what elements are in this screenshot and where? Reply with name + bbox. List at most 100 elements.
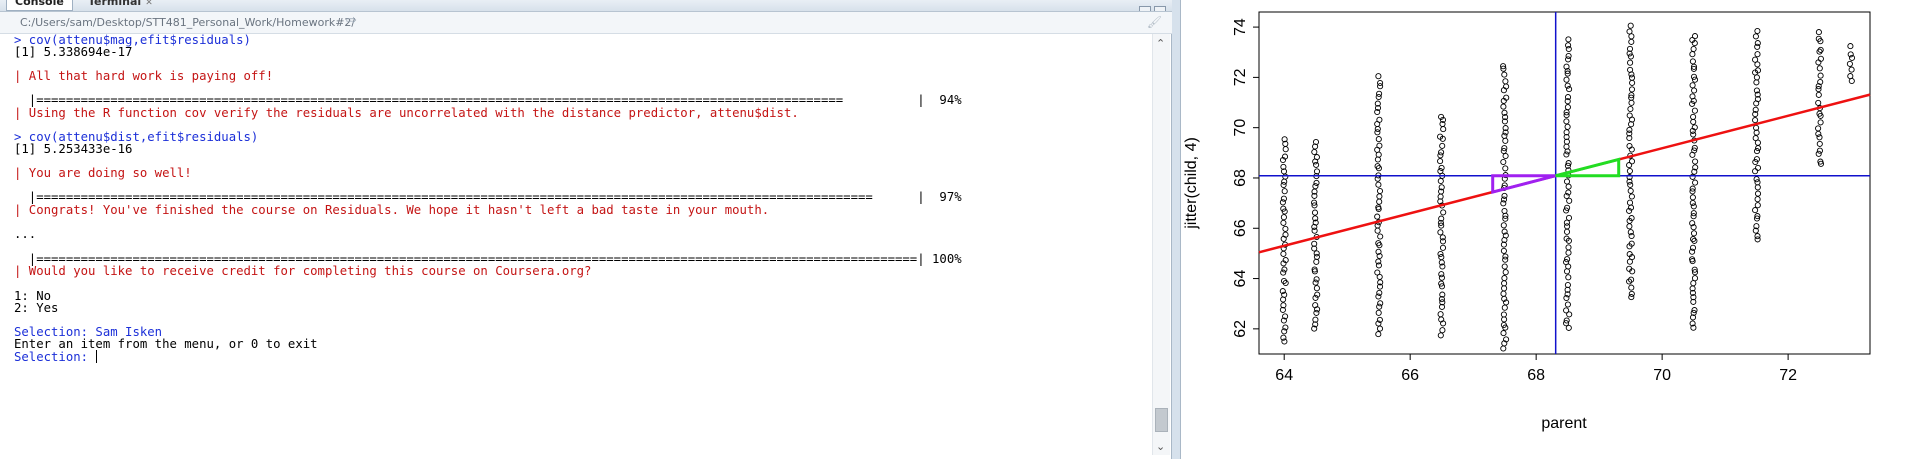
data-point bbox=[1626, 167, 1633, 175]
data-point bbox=[1502, 78, 1509, 85]
data-point bbox=[1374, 227, 1381, 234]
data-point bbox=[1313, 285, 1320, 292]
data-point bbox=[1754, 196, 1761, 203]
y-tick-label: 72 bbox=[1232, 68, 1249, 86]
console-line: [1] 5.253433e-16 bbox=[14, 142, 133, 156]
data-point bbox=[1690, 280, 1697, 287]
scrollbar-thumb[interactable] bbox=[1155, 408, 1168, 432]
data-point bbox=[1815, 150, 1822, 157]
data-point bbox=[1816, 134, 1823, 141]
data-point bbox=[1501, 316, 1508, 323]
data-point bbox=[1374, 269, 1381, 276]
tab-strip: Console Terminal ✕ bbox=[0, 0, 1172, 12]
data-point bbox=[1565, 249, 1572, 256]
data-point bbox=[1816, 65, 1823, 72]
data-point bbox=[1280, 250, 1287, 257]
data-point bbox=[1690, 230, 1698, 237]
data-point bbox=[1437, 332, 1444, 339]
data-point bbox=[1500, 103, 1507, 110]
data-point bbox=[1374, 213, 1381, 220]
data-point bbox=[1437, 177, 1444, 185]
x-tick-label: 64 bbox=[1275, 367, 1293, 384]
console-prompt[interactable]: Selection: bbox=[14, 350, 98, 365]
data-point bbox=[1565, 244, 1572, 251]
data-point bbox=[1439, 234, 1446, 241]
data-point bbox=[1815, 130, 1822, 137]
data-point bbox=[1375, 136, 1382, 143]
data-point bbox=[1692, 158, 1699, 165]
clear-console-icon[interactable]: 🖌 bbox=[1147, 15, 1162, 29]
data-point bbox=[1563, 76, 1570, 83]
text-cursor bbox=[96, 350, 98, 363]
console-scrollbar[interactable]: ⌃ ⌄ bbox=[1152, 34, 1170, 455]
data-point bbox=[1754, 184, 1761, 191]
data-point bbox=[1377, 300, 1384, 307]
console-line: | All that hard work is paying off! bbox=[14, 69, 274, 83]
data-point bbox=[1281, 266, 1288, 273]
scroll-down-icon[interactable]: ⌄ bbox=[1156, 440, 1165, 453]
prompt-text: Selection: bbox=[14, 350, 96, 364]
data-point bbox=[1565, 42, 1572, 49]
data-point bbox=[1500, 247, 1507, 254]
data-point bbox=[1753, 148, 1761, 155]
console-line: | Using the R function cov verify the re… bbox=[14, 106, 799, 120]
data-point bbox=[1437, 229, 1444, 236]
data-point bbox=[1282, 146, 1289, 153]
data-point bbox=[1815, 59, 1822, 66]
data-point bbox=[1375, 309, 1382, 316]
y-tick-label: 66 bbox=[1232, 219, 1249, 237]
data-point bbox=[1628, 99, 1635, 106]
console-line: [1] 5.338694e-17 bbox=[14, 45, 133, 59]
data-point bbox=[1375, 73, 1382, 80]
go-to-directory-icon[interactable]: ⇨ bbox=[346, 13, 357, 28]
data-point bbox=[1564, 123, 1571, 130]
data-point bbox=[1280, 195, 1287, 202]
data-point bbox=[1281, 178, 1288, 185]
data-point bbox=[1628, 38, 1635, 45]
data-point bbox=[1376, 325, 1384, 332]
data-point bbox=[1501, 285, 1508, 292]
data-point bbox=[1689, 58, 1696, 65]
data-point bbox=[1311, 148, 1318, 156]
data-point bbox=[1376, 116, 1383, 123]
data-point bbox=[1564, 104, 1571, 111]
data-point bbox=[1313, 250, 1320, 257]
console-output[interactable]: > cov(attenu$mag,efit$residuals) [1] 5.3… bbox=[0, 33, 1150, 459]
scroll-up-icon[interactable]: ⌃ bbox=[1156, 37, 1165, 50]
data-point bbox=[1565, 183, 1572, 190]
data-point bbox=[1502, 152, 1509, 160]
data-point bbox=[1437, 168, 1444, 175]
close-icon[interactable]: ✕ bbox=[145, 0, 153, 8]
data-point bbox=[1375, 151, 1382, 158]
tab-terminal[interactable]: Terminal ✕ bbox=[80, 0, 161, 10]
data-point bbox=[1376, 198, 1383, 205]
data-point bbox=[1690, 113, 1697, 120]
x-tick-label: 66 bbox=[1401, 367, 1419, 384]
data-point bbox=[1626, 199, 1634, 206]
path-bar: C:/Users/sam/Desktop/STT481_Personal_Wor… bbox=[0, 12, 1172, 34]
data-point bbox=[1690, 203, 1697, 210]
y-tick-label: 70 bbox=[1232, 119, 1249, 137]
data-point bbox=[1280, 219, 1287, 226]
data-point bbox=[1815, 99, 1822, 106]
data-point bbox=[1500, 290, 1507, 297]
data-point bbox=[1847, 43, 1854, 50]
data-point bbox=[1691, 33, 1699, 40]
y-axis-label: jitter(child, 4) bbox=[1183, 137, 1200, 230]
data-point bbox=[1376, 142, 1383, 149]
data-point bbox=[1375, 331, 1382, 338]
data-point bbox=[1566, 197, 1573, 204]
data-point bbox=[1564, 301, 1571, 308]
data-point bbox=[1280, 269, 1287, 276]
data-point bbox=[1313, 276, 1320, 283]
data-point bbox=[1689, 194, 1696, 201]
data-point bbox=[1628, 158, 1636, 165]
data-point bbox=[1563, 118, 1570, 125]
data-point bbox=[1691, 107, 1698, 114]
tab-console[interactable]: Console bbox=[6, 0, 73, 11]
data-point bbox=[1376, 193, 1383, 200]
data-point bbox=[1752, 135, 1759, 142]
data-point bbox=[1312, 183, 1319, 190]
data-point bbox=[1500, 345, 1507, 352]
data-point bbox=[1563, 151, 1570, 158]
